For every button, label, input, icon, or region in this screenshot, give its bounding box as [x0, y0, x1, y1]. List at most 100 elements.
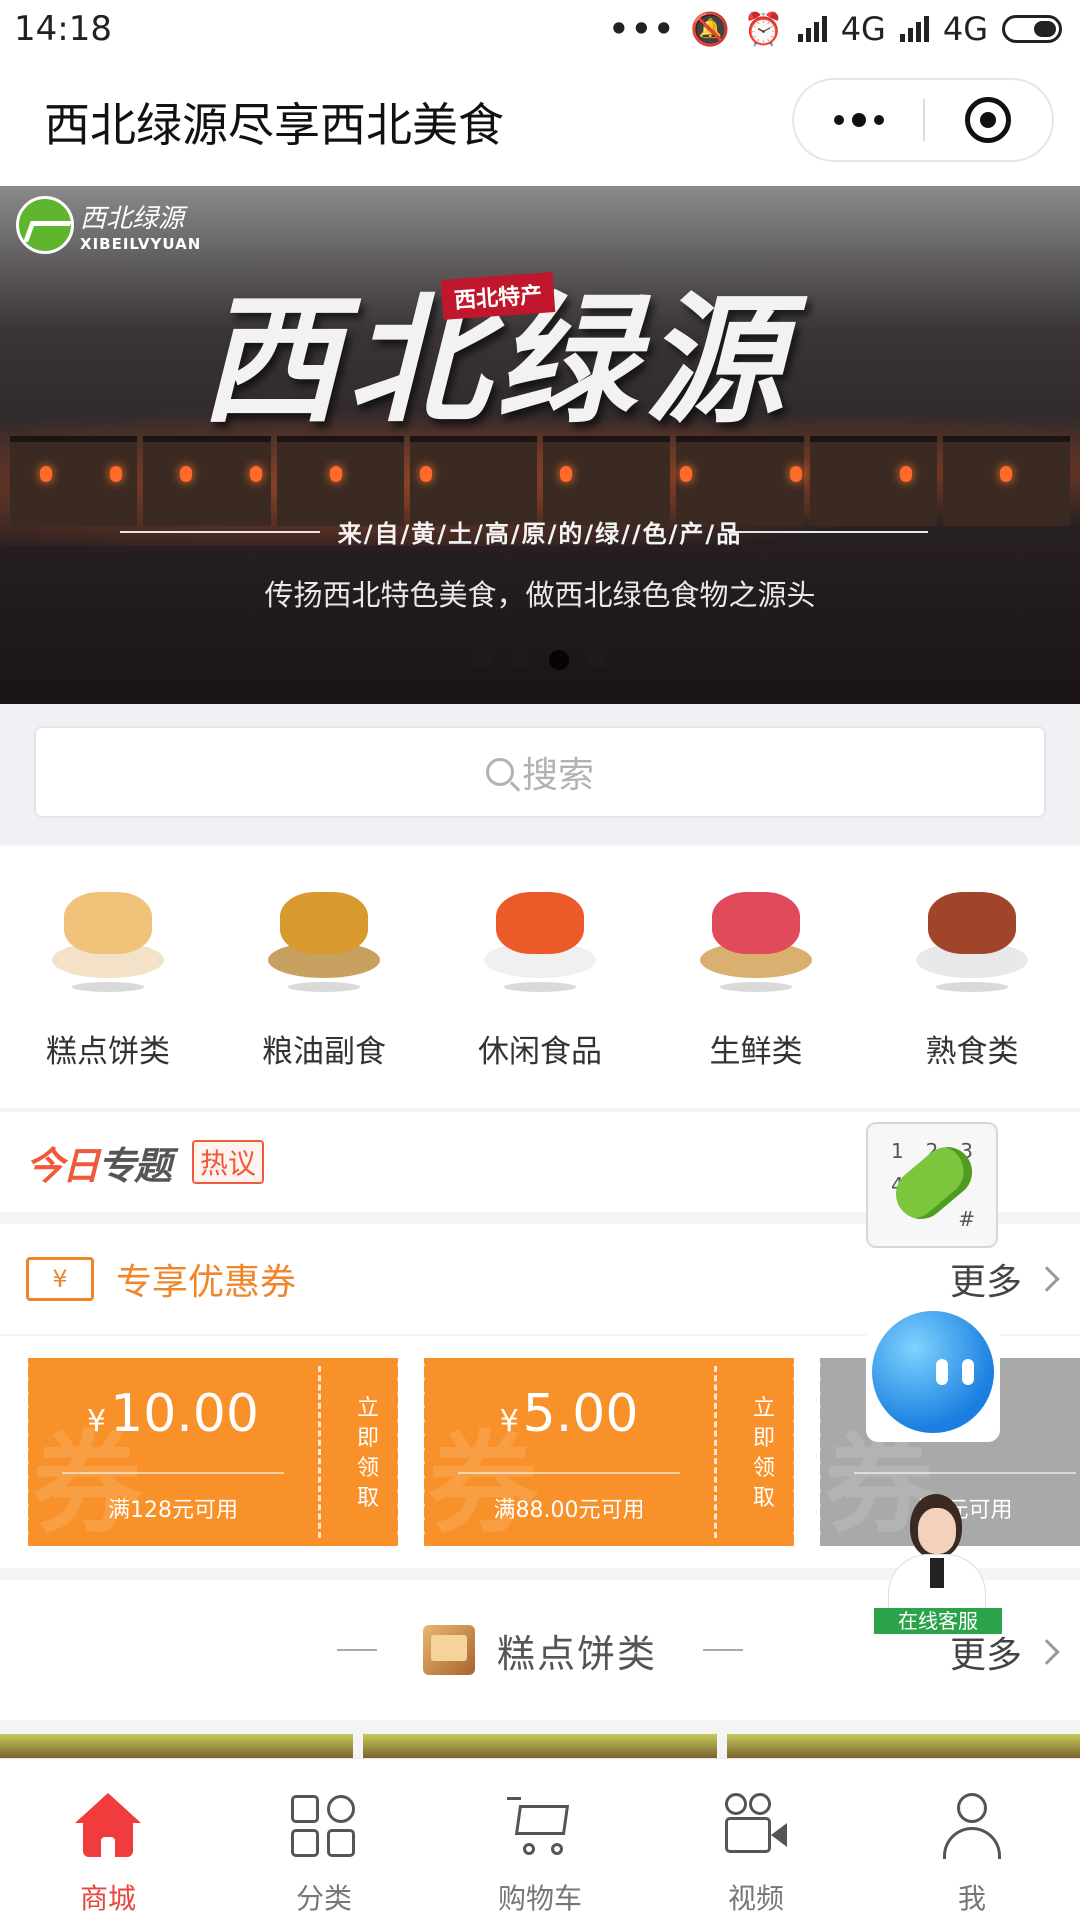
search-section: 搜索: [0, 704, 1080, 844]
qq-chat-icon: [872, 1311, 994, 1433]
mini-program-capsule: [792, 78, 1054, 162]
snack-icon: [480, 884, 600, 992]
carousel-dot[interactable]: [473, 650, 491, 668]
more-dots-icon: •••: [608, 10, 676, 48]
more-dots-icon: [833, 115, 844, 125]
search-icon: [485, 758, 514, 786]
category-label: 生鲜类: [709, 1034, 803, 1070]
banner-tag: 西北特产: [440, 272, 556, 320]
claim-coupon-button[interactable]: 立即领取: [750, 1394, 778, 1514]
tab-video-camera[interactable]: 视频: [648, 1759, 864, 1920]
coupon-card[interactable]: 券 ¥5.00 满88.00元可用 立即领取: [424, 1358, 794, 1546]
coupon-value: 10.00: [110, 1384, 259, 1444]
online-service-button[interactable]: 在线客服: [874, 1488, 1002, 1634]
page-title: 西北绿源尽享西北美食: [44, 98, 504, 152]
tab-label: 购物车: [497, 1882, 582, 1915]
topic-logo-part2: 专题: [98, 1143, 172, 1188]
cart-icon: [505, 1793, 575, 1859]
category-item[interactable]: 熟食类: [864, 846, 1080, 1108]
banner-subtitle: 来/自/黄/土/高/原/的/绿//色/产/品: [337, 520, 743, 548]
hot-badge: 热议: [192, 1140, 265, 1184]
coupon-more-link[interactable]: 更多: [949, 1253, 1060, 1305]
banner-slogan: 传扬西北特色美食，做西北绿色食物之源头: [264, 578, 816, 612]
status-icons: ••• 🔕 ⏰ 4G 4G: [609, 10, 1062, 48]
video-camera-icon: [721, 1793, 791, 1859]
signal-icon-2: [899, 16, 929, 42]
app-root: 14:18 ••• 🔕 ⏰ 4G 4G 西北绿源尽享西北美食 西北绿源 XIBE…: [0, 0, 1080, 1920]
mute-bell-icon: 🔕: [690, 10, 730, 48]
tab-bar: 商城 分类 购物车 视频 我: [0, 1758, 1080, 1920]
signal-icon: [797, 16, 827, 42]
mountain-logo-icon: [16, 196, 74, 254]
tab-grid[interactable]: 分类: [216, 1759, 432, 1920]
claim-coupon-button[interactable]: 立即领取: [354, 1394, 382, 1514]
tab-label: 分类: [295, 1882, 352, 1915]
tab-cart[interactable]: 购物车: [432, 1759, 648, 1920]
banner-lanterns: [0, 466, 1080, 496]
status-bar: 14:18 ••• 🔕 ⏰ 4G 4G: [0, 0, 1080, 58]
qq-chat-button[interactable]: [866, 1302, 1000, 1442]
carousel-dot[interactable]: [549, 650, 569, 670]
today-topic-logo: 今日专题: [26, 1135, 172, 1190]
coupon-value: 5.00: [522, 1384, 639, 1444]
battery-icon: [1002, 15, 1062, 43]
network-label-2: 4G: [942, 10, 988, 48]
coupon-condition: 满128元可用: [108, 1498, 238, 1523]
user-icon: [937, 1793, 1007, 1859]
category-label: 粮油副食: [262, 1034, 386, 1070]
coupon-divider: [62, 1472, 284, 1474]
pastry-thumb-icon: [422, 1625, 475, 1675]
topic-logo-part1: 今日: [26, 1143, 100, 1188]
tab-user[interactable]: 我: [864, 1759, 1080, 1920]
coupon-amount: ¥5.00: [424, 1384, 714, 1444]
target-close-icon: [965, 97, 1012, 143]
cooked-meat-icon: [912, 884, 1032, 992]
chevron-right-icon: [1034, 1639, 1060, 1665]
coupon-dashed-divider: [714, 1366, 717, 1538]
tab-label: 商城: [79, 1882, 136, 1915]
tab-label: 我: [957, 1882, 986, 1915]
keypad-key: 1: [890, 1139, 904, 1163]
coupon-divider: [854, 1472, 1076, 1474]
agent-tie: [930, 1558, 944, 1588]
category-item[interactable]: 休闲食品: [432, 846, 648, 1108]
carousel-dot[interactable]: [589, 650, 607, 668]
more-dot: [873, 115, 884, 125]
tab-label: 视频: [727, 1882, 784, 1915]
coupon-condition: 满88.00元可用: [493, 1498, 645, 1523]
close-button[interactable]: [925, 80, 1052, 160]
category-grid: 糕点饼类 粮油副食 休闲食品 生鲜类 熟食类: [0, 846, 1080, 1108]
coupon-card[interactable]: 券 ¥10.00 满128元可用 立即领取: [28, 1358, 398, 1546]
currency-symbol: ¥: [87, 1404, 107, 1439]
section-title: 糕点饼类: [496, 1631, 657, 1676]
coupon-divider: [458, 1472, 680, 1474]
banner-carousel[interactable]: 西北绿源 XIBEILVYUAN 西北绿源 西北特产 来/自/黄/土/高/原/的…: [0, 186, 1080, 704]
pastry-icon: [48, 884, 168, 992]
more-label: 更多: [949, 1262, 1022, 1303]
nav-bar: 西北绿源尽享西北美食: [0, 58, 1080, 186]
phone-call-button[interactable]: 12345#: [866, 1122, 998, 1248]
chevron-right-icon: [1034, 1266, 1060, 1292]
brand-logo: 西北绿源 XIBEILVYUAN: [16, 196, 201, 254]
more-menu-button[interactable]: [794, 80, 923, 160]
coupon-section-title: 专享优惠券: [116, 1262, 297, 1303]
category-item[interactable]: 糕点饼类: [0, 846, 216, 1108]
category-item[interactable]: 粮油副食: [216, 846, 432, 1108]
category-label: 熟食类: [925, 1034, 1019, 1070]
status-time: 14:18: [14, 9, 112, 49]
online-service-label: 在线客服: [874, 1608, 1002, 1634]
carousel-indicator: [0, 650, 1080, 670]
search-placeholder: 搜索: [521, 755, 594, 796]
agent-face: [918, 1508, 956, 1554]
apples-icon: [696, 884, 816, 992]
divider-dash: [703, 1649, 743, 1651]
search-input[interactable]: 搜索: [34, 726, 1046, 818]
category-item[interactable]: 生鲜类: [648, 846, 864, 1108]
tab-home[interactable]: 商城: [0, 1759, 216, 1920]
carousel-dot[interactable]: [511, 650, 529, 668]
alarm-icon: ⏰: [743, 10, 784, 48]
category-label: 休闲食品: [478, 1034, 602, 1070]
logo-en-text: XIBEILVYUAN: [80, 234, 202, 253]
grid-icon: [289, 1793, 359, 1859]
home-icon: [73, 1793, 143, 1859]
